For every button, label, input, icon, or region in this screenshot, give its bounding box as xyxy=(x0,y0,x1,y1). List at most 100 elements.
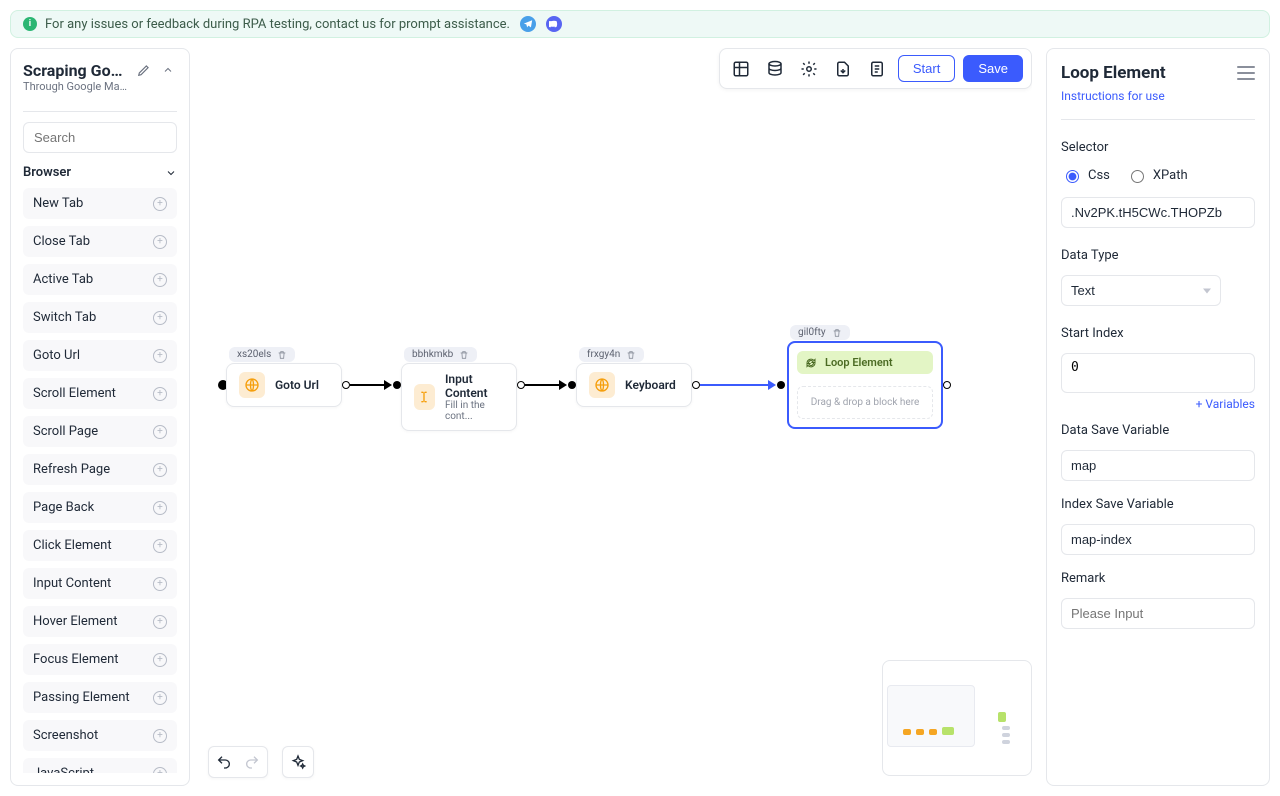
plus-circle-icon[interactable]: + xyxy=(153,463,167,477)
sparkle-icon[interactable] xyxy=(287,751,309,773)
plus-circle-icon[interactable]: + xyxy=(153,197,167,211)
data-type-label: Data Type xyxy=(1061,248,1255,263)
out-port[interactable] xyxy=(692,381,700,389)
in-port[interactable] xyxy=(393,381,401,389)
minimap[interactable] xyxy=(882,660,1032,776)
trash-icon[interactable] xyxy=(832,328,842,338)
radio-xpath[interactable] xyxy=(1131,170,1144,183)
block-item[interactable]: Goto Url + xyxy=(23,340,177,371)
block-item[interactable]: Page Back+ xyxy=(23,492,177,523)
category-name: Browser xyxy=(23,165,71,180)
bottom-toolbar xyxy=(208,746,314,778)
add-variables-link[interactable]: + Variables xyxy=(1061,397,1255,411)
plus-circle-icon[interactable]: + xyxy=(153,349,167,363)
plus-circle-icon[interactable]: + xyxy=(153,539,167,553)
trash-icon[interactable] xyxy=(459,350,469,360)
block-item[interactable]: Refresh Page + xyxy=(23,454,177,485)
block-item[interactable]: New Tab+ xyxy=(23,188,177,219)
loop-drop-zone[interactable]: Drag & drop a block here xyxy=(797,386,933,419)
project-subtitle: Through Google Maps to retr... xyxy=(23,80,129,93)
telegram-icon[interactable] xyxy=(520,16,536,32)
canvas[interactable]: Start Save xs20els Goto Url bbhkmkb Inpu… xyxy=(204,48,1032,786)
list-icon[interactable] xyxy=(1237,66,1255,80)
out-port[interactable] xyxy=(517,381,525,389)
plus-circle-icon[interactable]: + xyxy=(153,311,167,325)
chevron-up-icon[interactable] xyxy=(159,61,177,79)
trash-icon[interactable] xyxy=(277,350,287,360)
search-input[interactable] xyxy=(23,122,177,153)
discord-icon[interactable] xyxy=(546,16,562,32)
start-index-label: Start Index xyxy=(1061,326,1255,341)
data-save-input[interactable] xyxy=(1061,450,1255,481)
plus-circle-icon[interactable]: + xyxy=(153,691,167,705)
remark-input[interactable] xyxy=(1061,598,1255,629)
plus-circle-icon[interactable]: + xyxy=(153,501,167,515)
data-type-select[interactable] xyxy=(1061,275,1221,306)
plus-circle-icon[interactable]: + xyxy=(153,273,167,287)
block-item[interactable]: JavaScript+ xyxy=(23,758,177,773)
start-index-input[interactable] xyxy=(1061,353,1255,393)
notice-text: For any issues or feedback during RPA te… xyxy=(45,17,510,32)
block-label: Scroll Page xyxy=(33,424,98,439)
block-item[interactable]: Active Tab + xyxy=(23,264,177,295)
plus-circle-icon[interactable]: + xyxy=(153,425,167,439)
plus-circle-icon[interactable]: + xyxy=(153,235,167,249)
block-item[interactable]: Input Content + xyxy=(23,568,177,599)
data-save-label: Data Save Variable xyxy=(1061,423,1255,438)
table-icon[interactable] xyxy=(728,56,754,82)
panel-title: Loop Element xyxy=(1061,63,1166,83)
index-save-label: Index Save Variable xyxy=(1061,497,1255,512)
out-port[interactable] xyxy=(943,381,951,389)
block-item[interactable]: Close Tab+ xyxy=(23,226,177,257)
database-icon[interactable] xyxy=(762,56,788,82)
in-port[interactable] xyxy=(777,381,785,389)
pencil-icon[interactable] xyxy=(135,61,153,79)
in-port[interactable] xyxy=(568,381,576,389)
redo-icon[interactable] xyxy=(241,751,263,773)
start-button[interactable]: Start xyxy=(898,55,955,82)
index-save-input[interactable] xyxy=(1061,524,1255,555)
remark-label: Remark xyxy=(1061,571,1255,586)
plus-circle-icon[interactable]: + xyxy=(153,767,167,774)
instructions-link[interactable]: Instructions for use xyxy=(1061,89,1255,103)
minimap-viewport xyxy=(887,685,975,747)
log-icon[interactable] xyxy=(864,56,890,82)
trash-icon[interactable] xyxy=(626,350,636,360)
export-icon[interactable] xyxy=(830,56,856,82)
block-label: Passing Element xyxy=(33,690,130,705)
node-keyboard[interactable]: Keyboard xyxy=(576,363,692,407)
block-item[interactable]: Passing Element + xyxy=(23,682,177,713)
plus-circle-icon[interactable]: + xyxy=(153,653,167,667)
plus-circle-icon[interactable]: + xyxy=(153,615,167,629)
block-item[interactable]: Click Element + xyxy=(23,530,177,561)
block-label: Input Content xyxy=(33,576,111,591)
node-loop-element[interactable]: Loop Element Drag & drop a block here xyxy=(787,341,943,429)
radio-css[interactable] xyxy=(1066,170,1079,183)
node-goto-url[interactable]: Goto Url xyxy=(226,363,342,407)
arrow-icon xyxy=(384,380,392,390)
block-label: Goto Url xyxy=(33,348,80,363)
block-label: Click Element xyxy=(33,538,112,553)
node-tag: bbhkmkb xyxy=(404,347,477,362)
block-item[interactable]: Screenshot + xyxy=(23,720,177,751)
block-label: Active Tab xyxy=(33,272,93,287)
gear-icon[interactable] xyxy=(796,56,822,82)
out-port[interactable] xyxy=(342,381,350,389)
block-item[interactable]: Switch Tab + xyxy=(23,302,177,333)
node-input-content[interactable]: Input Content Fill in the cont... xyxy=(401,363,517,431)
block-item[interactable]: Hover Element+ xyxy=(23,606,177,637)
block-label: Refresh Page xyxy=(33,462,110,477)
plus-circle-icon[interactable]: + xyxy=(153,729,167,743)
block-item[interactable]: Focus Element+ xyxy=(23,644,177,675)
plus-circle-icon[interactable]: + xyxy=(153,387,167,401)
save-button[interactable]: Save xyxy=(963,55,1023,82)
block-label: Screenshot xyxy=(33,728,98,743)
selector-input[interactable] xyxy=(1061,197,1255,228)
block-item[interactable]: Scroll Page + xyxy=(23,416,177,447)
block-item[interactable]: Scroll Element+ xyxy=(23,378,177,409)
selector-type-radio: Css XPath xyxy=(1061,167,1255,183)
plus-circle-icon[interactable]: + xyxy=(153,577,167,591)
undo-icon[interactable] xyxy=(213,751,235,773)
category-header[interactable]: Browser xyxy=(23,165,177,180)
block-label: Switch Tab xyxy=(33,310,96,325)
